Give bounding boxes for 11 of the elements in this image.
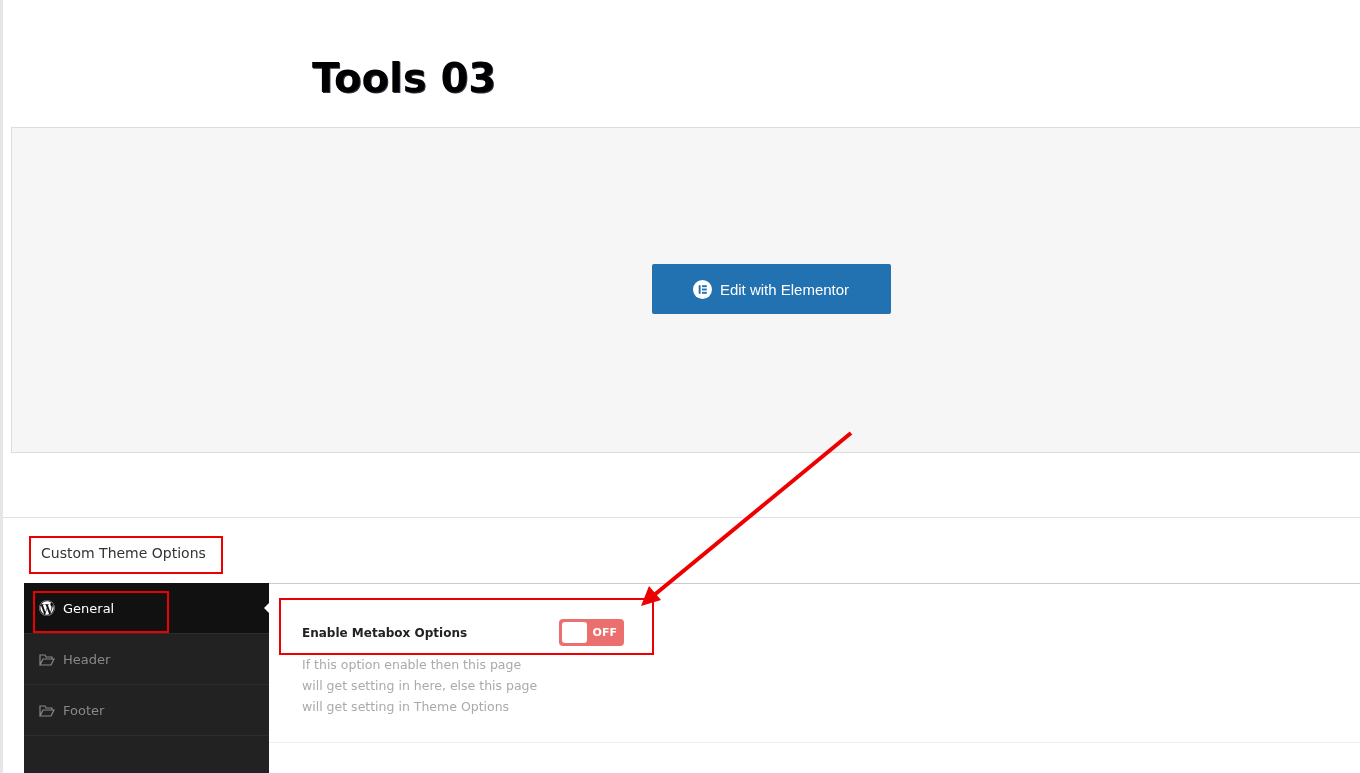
wordpress-logo-icon — [39, 600, 55, 616]
metabox-title: Custom Theme Options — [41, 545, 206, 561]
folder-icon — [39, 703, 55, 717]
folder-icon — [39, 652, 55, 666]
option-description: If this option enable then this page will get setting in here, else this page will get setting in Theme Options — [302, 656, 539, 716]
sidebar-item[interactable]: General — [24, 583, 269, 634]
edit-with-elementor-button[interactable]: Edit with Elementor — [651, 264, 891, 314]
elementor-logo-icon — [692, 279, 712, 299]
toggle-switch[interactable]: OFF — [559, 619, 624, 646]
page-title: Tools 03 — [311, 54, 498, 103]
option-label: Enable Metabox Options — [302, 625, 469, 640]
